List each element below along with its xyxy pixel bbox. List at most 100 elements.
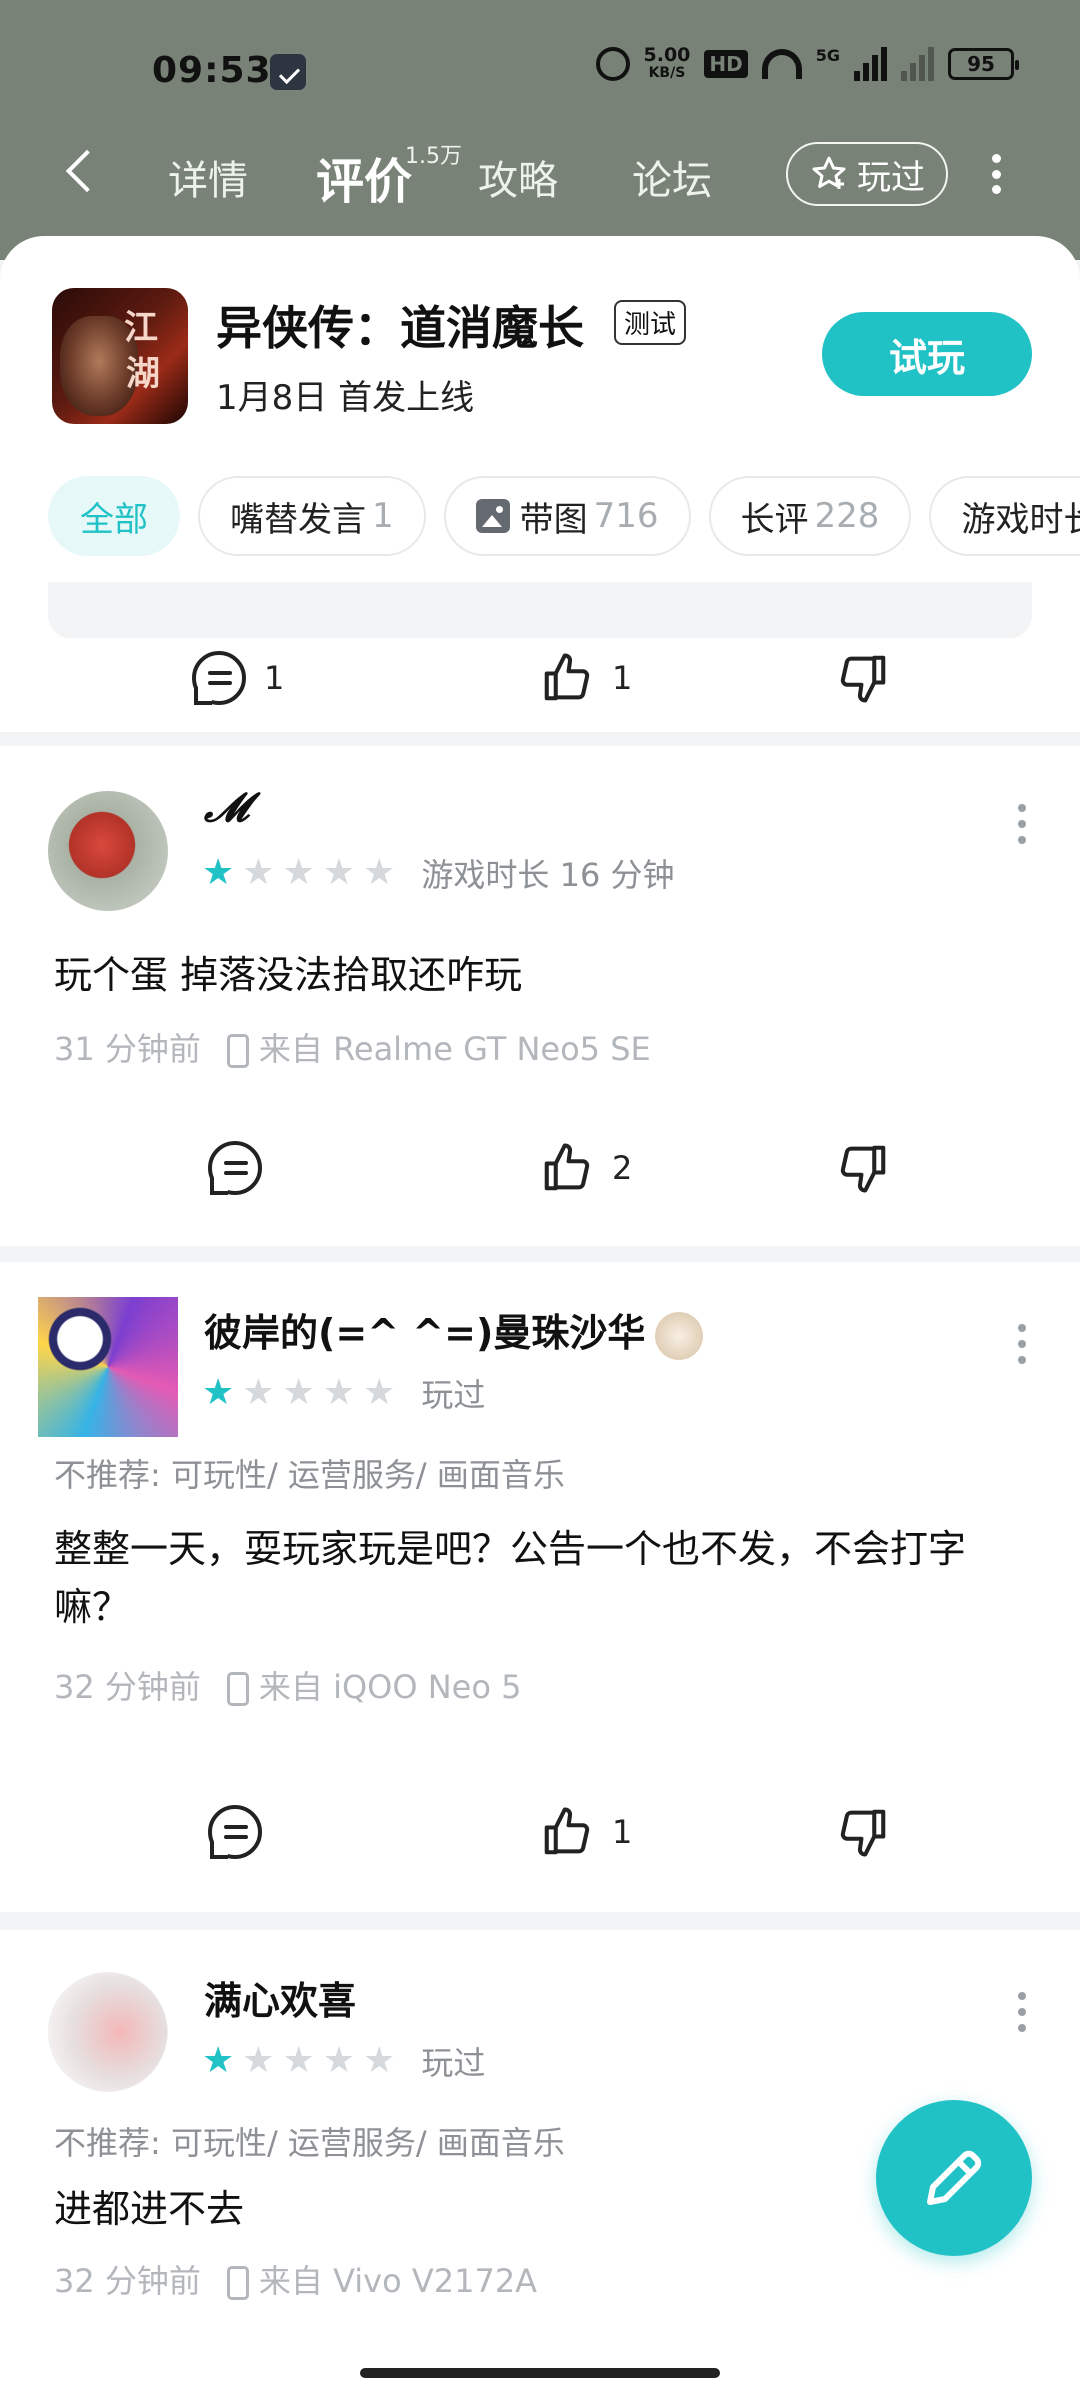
game-release-date: 1月8日 首发上线 [216, 378, 475, 418]
star-icon: ★ [363, 2040, 396, 2081]
write-review-button[interactable] [876, 2100, 1032, 2256]
like-count: 2 [612, 1149, 633, 1187]
star-icon: ★ [363, 852, 396, 893]
review-count-badge: 1.5万 [405, 144, 462, 169]
rating-stars: ★ ★ ★ ★ ★ 玩过 [202, 1370, 485, 1416]
filter-all-label: 全部 [80, 499, 148, 540]
avatar[interactable] [38, 1297, 178, 1437]
filter-spokesperson[interactable]: 嘴替发言 1 [198, 476, 426, 556]
star-icon: ★ [282, 852, 315, 893]
thumbs-up-icon [540, 651, 594, 705]
pencil-icon [927, 2150, 982, 2205]
dislike-button[interactable] [836, 638, 890, 718]
like-button[interactable]: 2 [540, 1128, 632, 1208]
tab-forum[interactable]: 论坛 [632, 148, 712, 206]
phone-icon [226, 2266, 249, 2300]
review-time: 32 分钟前 [54, 2262, 201, 2300]
review-username[interactable]: 𝓜 [204, 784, 249, 831]
dislike-button[interactable] [836, 1792, 890, 1872]
filter-long-reviews-label: 长评 [740, 499, 809, 540]
comment-icon [208, 1805, 262, 1859]
previous-card-peek [48, 582, 1032, 638]
played-status: 玩过 [421, 2044, 486, 2082]
thumbs-up-icon [540, 1805, 594, 1859]
dislike-button[interactable] [836, 1128, 890, 1208]
review-actions: 1 [0, 1792, 1080, 1872]
review-device-label: 来自 Vivo V2172A [258, 2262, 538, 2300]
wifi-icon [761, 49, 802, 79]
review-tags: 不推荐: 可玩性/ 运营服务/ 画面音乐 [54, 2124, 565, 2162]
review-device: 来自 Vivo V2172A [226, 2256, 538, 2302]
top-header: 09:53 5.00 KB/S HD 5G 95 详情 评价 1.5万 攻略 论… [0, 0, 1080, 260]
review-card: 𝓜 ★ ★ ★ ★ ★ 游戏时长 16 分钟 玩个蛋 掉落没法拾取还咋玩 31 … [0, 746, 1080, 1246]
game-cover[interactable]: 江 湖 [52, 288, 188, 424]
thumbs-down-icon [836, 1141, 890, 1195]
star-icon: ★ [282, 1372, 315, 1413]
filter-with-images-label: 带图 [519, 499, 588, 540]
filter-all[interactable]: 全部 [48, 476, 180, 556]
review-username[interactable]: 满心欢喜 [204, 1970, 356, 2025]
review-content[interactable]: 整整一天，耍玩家玩是吧？公告一个也不发，不会打字嘛？ [54, 1520, 1034, 1636]
review-device-label: 来自 Realme GT Neo5 SE [258, 1030, 651, 1068]
phone-icon [226, 1672, 249, 1706]
tab-details[interactable]: 详情 [168, 148, 248, 206]
like-button[interactable]: 1 [540, 1792, 632, 1872]
star-plus-icon [812, 156, 846, 189]
filter-with-images-count: 716 [593, 496, 659, 536]
like-count: 1 [612, 1813, 633, 1851]
review-device-label: 来自 iQOO Neo 5 [258, 1668, 522, 1706]
review-more-icon[interactable] [1016, 1992, 1028, 2032]
rating-stars: ★ ★ ★ ★ ★ 游戏时长 16 分钟 [202, 850, 674, 896]
try-play-button[interactable]: 试玩 [822, 312, 1032, 396]
review-time: 31 分钟前 [54, 1030, 201, 1068]
status-icons: 5.00 KB/S HD 5G 95 [595, 44, 1019, 82]
review-device: 来自 iQOO Neo 5 [226, 1662, 522, 1708]
filter-playtime-label: 游戏时长 [961, 499, 1080, 540]
filter-with-images[interactable]: 带图 716 [443, 476, 691, 556]
review-more-icon[interactable] [1016, 1324, 1028, 1364]
network-speed-value: 5.00 [643, 44, 691, 66]
filter-long-reviews[interactable]: 长评 228 [708, 476, 912, 556]
top-nav: 详情 评价 1.5万 攻略 论坛 玩过 [0, 130, 1080, 220]
star-icon: ★ [242, 2040, 275, 2081]
comment-button[interactable] [208, 1128, 262, 1208]
filter-spokesperson-label: 嘴替发言 [230, 499, 366, 540]
star-icon: ★ [363, 1372, 396, 1413]
review-footer: 32 分钟前 来自 Vivo V2172A [54, 2256, 537, 2302]
review-more-icon[interactable] [1016, 804, 1028, 844]
review-username[interactable]: 彼岸的(=^ ^=)曼珠沙华 [204, 1302, 704, 1360]
tab-guides[interactable]: 攻略 [478, 148, 558, 206]
played-button[interactable]: 玩过 [786, 142, 948, 206]
star-icon: ★ [202, 852, 235, 893]
filter-playtime[interactable]: 游戏时长 [929, 476, 1080, 556]
status-time: 09:53 [152, 50, 272, 91]
comment-button[interactable]: 1 [192, 638, 284, 718]
star-icon: ★ [282, 2040, 315, 2081]
tab-reviews[interactable]: 评价 [316, 142, 412, 212]
star-icon: ★ [202, 1372, 235, 1413]
image-icon [475, 499, 510, 533]
avatar[interactable] [48, 1972, 168, 2092]
like-count: 1 [612, 659, 633, 697]
played-label: 玩过 [857, 157, 925, 198]
comment-icon [192, 651, 246, 705]
thumbs-down-icon [836, 651, 890, 705]
filter-chips: 全部 嘴替发言 1 带图 716 长评 228 游戏时长 [48, 476, 1080, 560]
game-header: 江 湖 异侠传：道消魔长 测试 1月8日 首发上线 试玩 全部 嘴替发言 1 带… [0, 236, 1080, 582]
back-icon[interactable] [62, 152, 102, 192]
star-icon: ★ [202, 2040, 235, 2081]
avatar[interactable] [48, 791, 168, 911]
phone-icon [226, 1034, 249, 1068]
review-card: 彼岸的(=^ ^=)曼珠沙华 ★ ★ ★ ★ ★ 玩过 不推荐: 可玩性/ 运营… [0, 1262, 1080, 1912]
like-button[interactable]: 1 [540, 638, 632, 718]
more-options-icon[interactable] [990, 154, 1002, 194]
reviews-sheet: 江 湖 异侠传：道消魔长 测试 1月8日 首发上线 试玩 全部 嘴替发言 1 带… [0, 236, 1080, 2400]
comment-button[interactable] [208, 1792, 262, 1872]
filter-long-reviews-count: 228 [814, 496, 880, 536]
review-footer: 31 分钟前 来自 Realme GT Neo5 SE [54, 1024, 651, 1070]
home-indicator[interactable] [360, 2368, 720, 2378]
star-icon: ★ [322, 1372, 356, 1413]
review-content[interactable]: 玩个蛋 掉落没法拾取还咋玩 [54, 946, 1034, 1004]
game-test-tag: 测试 [614, 300, 687, 345]
comment-icon [208, 1141, 262, 1195]
